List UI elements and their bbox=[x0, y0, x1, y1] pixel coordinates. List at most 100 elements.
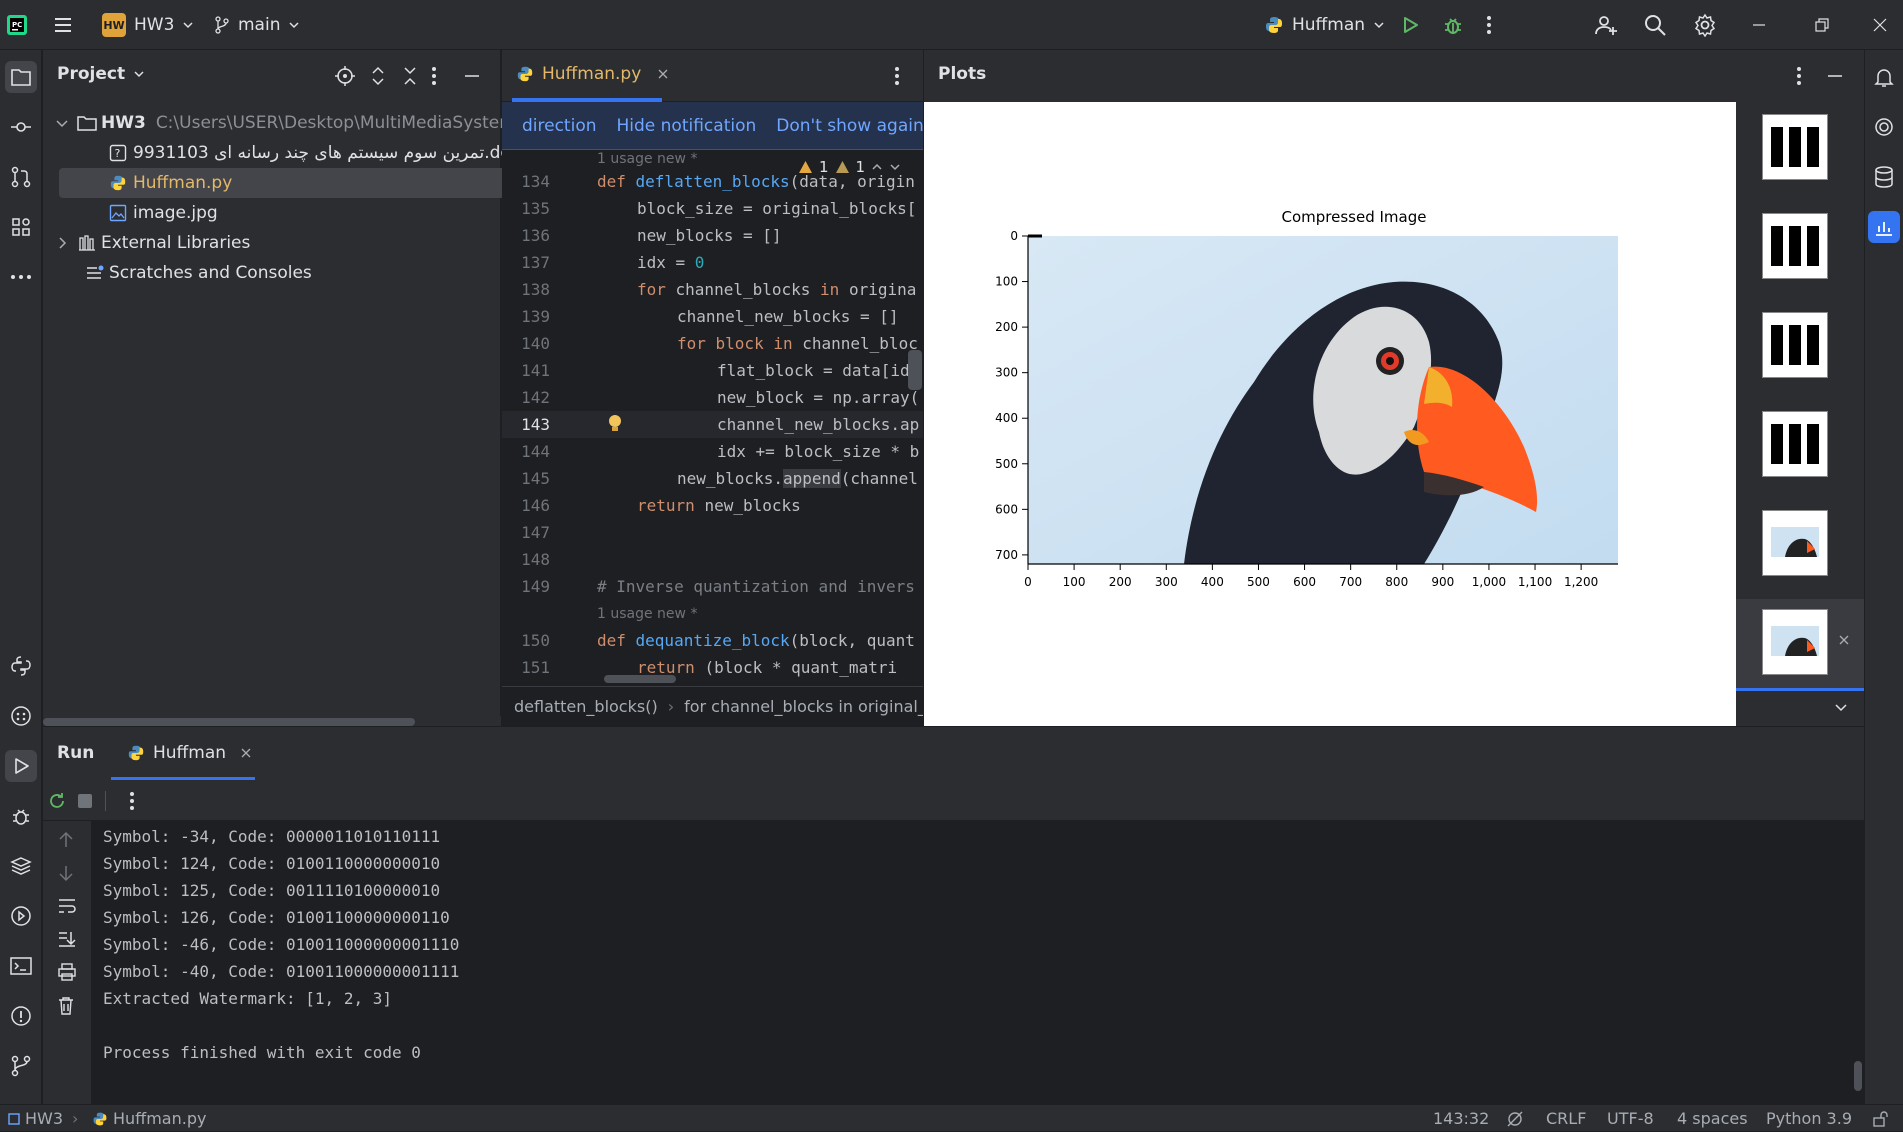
status-caret-position[interactable]: 143:32 bbox=[1433, 1105, 1489, 1132]
code-line[interactable]: 150 def dequantize_block(block, quant bbox=[502, 627, 923, 654]
scroll-to-end-icon[interactable] bbox=[57, 930, 77, 948]
close-window-button[interactable] bbox=[1873, 0, 1887, 50]
code-line[interactable]: 136 new_blocks = [] bbox=[502, 222, 923, 249]
plot-canvas[interactable]: Compressed Image 0 100 200 300 400 500 6… bbox=[924, 102, 1736, 726]
main-menu-icon[interactable] bbox=[52, 0, 74, 50]
restore-window-button[interactable] bbox=[1815, 0, 1829, 50]
code-line[interactable]: 134 def deflatten_blocks(data, origin bbox=[502, 168, 923, 195]
close-icon[interactable] bbox=[240, 747, 252, 759]
notification-link-direction[interactable]: direction bbox=[522, 116, 597, 136]
status-breadcrumb-file[interactable]: Huffman.py bbox=[92, 1105, 206, 1132]
tree-item-docx[interactable]: ? 9931103 تمرین سوم سیستم های چند رسانه … bbox=[109, 138, 530, 168]
expand-all-icon[interactable] bbox=[368, 66, 388, 86]
pycharm-logo-icon[interactable]: PC bbox=[6, 0, 28, 50]
project-tool-icon[interactable] bbox=[5, 61, 37, 93]
project-panel-header[interactable]: Project bbox=[57, 64, 145, 84]
tab-huffman-py[interactable]: Huffman.py bbox=[516, 64, 669, 84]
project-options-icon[interactable] bbox=[431, 66, 437, 86]
minimize-window-button[interactable] bbox=[1752, 0, 1766, 50]
problems-icon[interactable] bbox=[5, 1000, 37, 1032]
ai-assistant-icon[interactable] bbox=[1868, 111, 1900, 143]
status-indent[interactable]: 4 spaces bbox=[1677, 1105, 1748, 1132]
editor-vscrollbar-thumb[interactable] bbox=[908, 350, 922, 390]
code-line[interactable]: 144 idx += block_size * b bbox=[502, 438, 923, 465]
pull-requests-icon[interactable] bbox=[5, 161, 37, 193]
code-line[interactable]: 145 new_blocks.append(channel bbox=[502, 465, 923, 492]
editor-hscrollbar-thumb[interactable] bbox=[604, 675, 676, 683]
soft-wrap-icon[interactable] bbox=[57, 897, 77, 915]
collapse-all-icon[interactable] bbox=[400, 66, 420, 86]
code-line[interactable]: 149 # Inverse quantization and invers bbox=[502, 573, 923, 600]
chevron-down-icon[interactable] bbox=[1834, 700, 1848, 714]
scrollbar-thumb[interactable] bbox=[43, 718, 415, 726]
code-line[interactable]: 138 for channel_blocks in origina bbox=[502, 276, 923, 303]
hide-plots-icon[interactable] bbox=[1826, 66, 1844, 86]
breadcrumb-loop[interactable]: for channel_blocks in original_ bbox=[684, 697, 923, 716]
python-packages-icon[interactable] bbox=[5, 650, 37, 682]
scroll-up-icon[interactable] bbox=[57, 831, 75, 849]
code-line[interactable]: 141 flat_block = data[idx bbox=[502, 357, 923, 384]
status-interpreter[interactable]: Python 3.9 bbox=[1766, 1105, 1852, 1132]
stop-icon[interactable] bbox=[78, 794, 92, 808]
tree-item-external-libraries[interactable]: External Libraries bbox=[55, 228, 250, 258]
tree-item-image-jpg[interactable]: image.jpg bbox=[109, 198, 218, 228]
locate-file-icon[interactable] bbox=[335, 66, 355, 86]
add-user-icon[interactable] bbox=[1594, 0, 1618, 50]
sciview-plots-icon[interactable] bbox=[1868, 211, 1900, 243]
status-inspection-icon[interactable] bbox=[1506, 1105, 1524, 1132]
tree-item-huffman-py[interactable]: Huffman.py bbox=[59, 168, 535, 198]
plot-thumbnail[interactable] bbox=[1762, 213, 1828, 279]
code-line-current[interactable]: 143 channel_new_blocks.ap bbox=[502, 411, 923, 438]
branch-switcher[interactable]: main bbox=[214, 0, 300, 50]
plots-options-icon[interactable] bbox=[1796, 66, 1802, 86]
status-encoding[interactable]: UTF-8 bbox=[1607, 1105, 1654, 1132]
code-line[interactable]: 151 return (block * quant_matri bbox=[502, 654, 923, 681]
plot-thumbnail-selected[interactable] bbox=[1762, 609, 1828, 675]
console-scrollbar-thumb[interactable] bbox=[1854, 1061, 1862, 1091]
status-breadcrumb-project[interactable]: HW3 bbox=[8, 1105, 63, 1132]
usage-hint[interactable]: 1 usage new * bbox=[597, 603, 697, 623]
trash-icon[interactable] bbox=[57, 996, 75, 1016]
git-icon[interactable] bbox=[5, 1050, 37, 1082]
database-icon[interactable] bbox=[1868, 161, 1900, 193]
code-line[interactable]: 137 idx = 0 bbox=[502, 249, 923, 276]
horizontal-scrollbar[interactable] bbox=[43, 716, 501, 726]
status-line-separator[interactable]: CRLF bbox=[1546, 1105, 1586, 1132]
settings-gear-icon[interactable] bbox=[1693, 0, 1717, 50]
breadcrumb-function[interactable]: deflatten_blocks() bbox=[514, 697, 658, 716]
console-output[interactable]: Symbol: -34, Code: 0000011010110111 Symb… bbox=[91, 821, 1864, 1105]
plot-thumbnail[interactable] bbox=[1762, 312, 1828, 378]
terminal-icon[interactable] bbox=[5, 950, 37, 982]
plot-thumbnail[interactable] bbox=[1762, 411, 1828, 477]
plot-thumbnail[interactable] bbox=[1762, 114, 1828, 180]
editor-options-icon[interactable] bbox=[894, 66, 900, 86]
debug-button[interactable] bbox=[1442, 0, 1464, 50]
print-icon[interactable] bbox=[57, 963, 77, 981]
code-line[interactable]: 147 bbox=[502, 519, 923, 546]
structure-tool-icon[interactable] bbox=[5, 211, 37, 243]
dont-show-again-link[interactable]: Don't show again bbox=[776, 116, 923, 136]
code-line[interactable]: 148 bbox=[502, 546, 923, 573]
more-actions-icon[interactable] bbox=[1486, 0, 1492, 50]
close-icon[interactable] bbox=[1838, 634, 1850, 646]
debug-tool-icon[interactable] bbox=[5, 800, 37, 832]
code-line[interactable]: 140 for block in channel_bloc bbox=[502, 330, 923, 357]
python-console-icon[interactable] bbox=[5, 900, 37, 932]
close-icon[interactable] bbox=[657, 68, 669, 80]
plot-thumbnail[interactable] bbox=[1762, 510, 1828, 576]
tree-item-scratches[interactable]: Scratches and Consoles bbox=[85, 258, 312, 288]
lock-icon[interactable] bbox=[1872, 1105, 1888, 1132]
services-icon[interactable] bbox=[5, 700, 37, 732]
rerun-icon[interactable] bbox=[47, 791, 67, 811]
search-icon[interactable] bbox=[1643, 0, 1667, 50]
more-tools-icon[interactable] bbox=[5, 261, 37, 293]
lightbulb-icon[interactable] bbox=[607, 413, 623, 433]
run-config-selector[interactable]: Huffman bbox=[1264, 0, 1385, 50]
project-switcher[interactable]: HW HW3 bbox=[102, 0, 194, 50]
commit-tool-icon[interactable] bbox=[5, 111, 37, 143]
usage-hint[interactable]: 1 usage new * bbox=[597, 150, 697, 170]
tab-run-huffman[interactable]: Huffman bbox=[127, 743, 252, 763]
run-tool-icon[interactable] bbox=[5, 750, 37, 782]
code-line[interactable]: 146 return new_blocks bbox=[502, 492, 923, 519]
notifications-bell-icon[interactable] bbox=[1868, 61, 1900, 93]
